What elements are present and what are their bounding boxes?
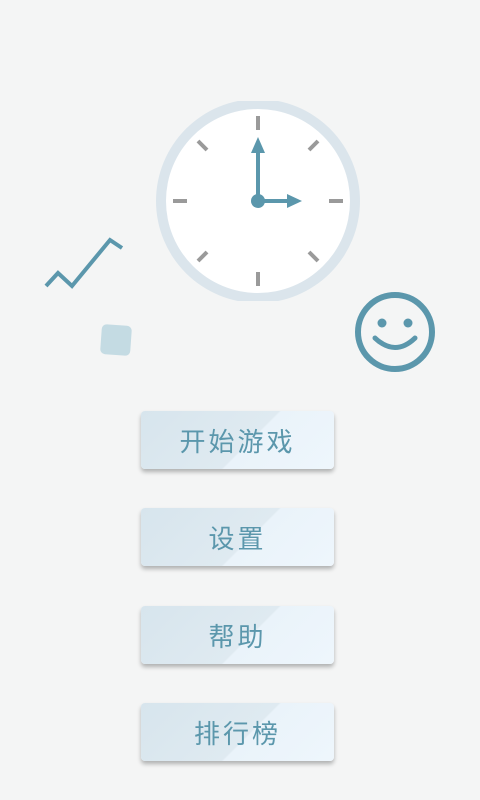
clock-icon [156, 101, 360, 301]
main-menu-screen: 开始游戏 设置 帮助 排行榜 [0, 0, 480, 800]
zigzag-line-icon [44, 237, 124, 289]
start-game-label: 开始游戏 [179, 427, 296, 458]
start-game-button[interactable]: 开始游戏 [141, 411, 334, 469]
leaderboard-label: 排行榜 [193, 719, 281, 750]
square-icon [99, 323, 133, 357]
smiley-face-icon [355, 292, 435, 372]
help-label: 帮助 [208, 622, 267, 653]
help-button[interactable]: 帮助 [141, 606, 334, 664]
settings-label: 设置 [208, 524, 267, 555]
settings-button[interactable]: 设置 [141, 508, 334, 566]
leaderboard-button[interactable]: 排行榜 [141, 703, 334, 761]
